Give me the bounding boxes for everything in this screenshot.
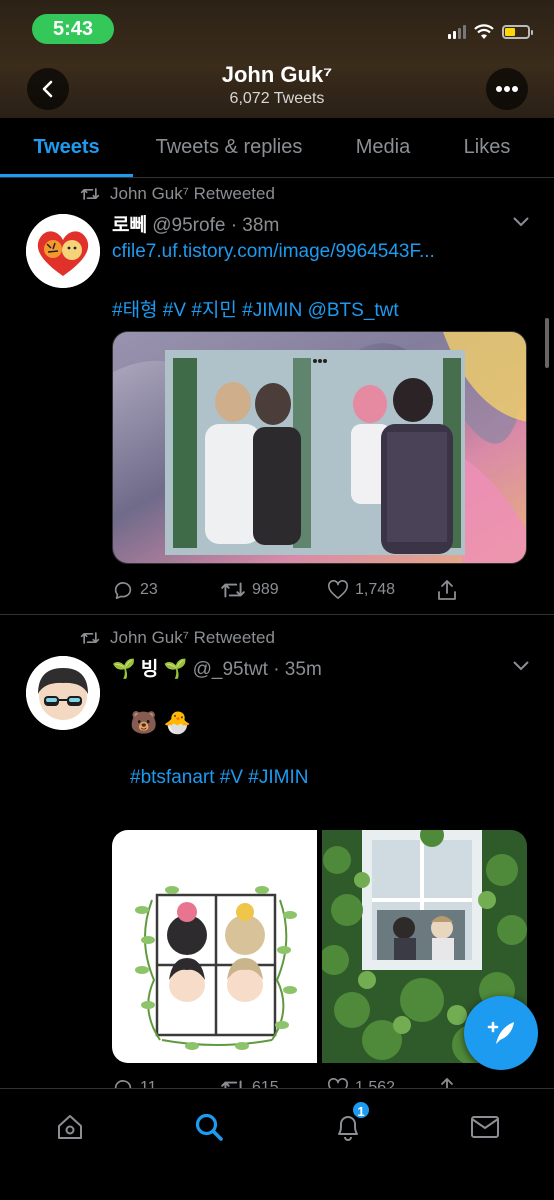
retweet-count: 989 xyxy=(252,581,279,598)
more-button[interactable] xyxy=(486,68,528,110)
search-icon xyxy=(195,1113,223,1141)
display-name[interactable]: 🌱 빙 🌱 xyxy=(112,659,187,680)
reply-count: 23 xyxy=(140,581,158,598)
tweet-hashtags[interactable]: #태형 #V #지민 #JIMIN @BTS_twt xyxy=(112,295,399,322)
profile-header: 5:43 John Guk⁷ 6,072 Tweets xyxy=(0,0,554,118)
status-icons xyxy=(448,20,533,44)
header-title: John Guk⁷ 6,072 Tweets xyxy=(0,62,554,108)
nav-search[interactable] xyxy=(189,1107,229,1147)
like-button[interactable]: 1,748 xyxy=(327,580,437,600)
retweet-button[interactable]: 989 xyxy=(220,580,327,600)
like-count: 1,748 xyxy=(355,581,396,598)
tweet-1[interactable]: John Guk⁷ Retweeted 로뻬 @95rofe · 38m cfi… xyxy=(0,178,554,614)
avatar[interactable] xyxy=(26,214,100,288)
retweet-context: John Guk⁷ Retweeted xyxy=(80,628,275,648)
tweet-actions: 23 989 1,748 xyxy=(112,579,457,601)
tweet-divider xyxy=(0,614,554,615)
tweet-header: 로뻬 @95rofe · 38m xyxy=(112,210,279,237)
tweet-photo-1: ㅤ xyxy=(112,830,317,1063)
bottom-nav: 1 xyxy=(0,1088,554,1200)
compose-button[interactable] xyxy=(464,996,538,1070)
nav-notifications[interactable]: 1 xyxy=(328,1100,371,1147)
tweet-emojis: 🐻 🐣 xyxy=(130,710,191,735)
tweet-media[interactable] xyxy=(112,331,527,564)
signal-icon xyxy=(448,25,466,39)
retweet-icon xyxy=(80,632,100,644)
tab-tweets-replies[interactable]: Tweets & replies xyxy=(145,118,313,176)
tab-tweets[interactable]: Tweets xyxy=(0,118,133,177)
tweet-hashtags[interactable]: #btsfanart #V #JIMIN xyxy=(130,767,308,789)
display-name[interactable]: 로뻬 xyxy=(112,215,147,236)
wifi-icon xyxy=(474,24,494,39)
reply-icon xyxy=(114,582,132,600)
nav-messages[interactable] xyxy=(465,1107,505,1147)
status-time: 5:43 xyxy=(32,14,114,44)
handle[interactable]: @95rofe xyxy=(152,215,225,236)
tweet-header: 🌱 빙 🌱 @_95twt · 35m xyxy=(112,654,322,681)
handle[interactable]: @_95twt xyxy=(193,659,268,680)
avatar[interactable] xyxy=(26,656,100,730)
retweet-context-text: John Guk⁷ Retweeted xyxy=(110,628,275,647)
battery-icon xyxy=(502,25,533,39)
more-icon xyxy=(496,86,518,92)
retweet-icon xyxy=(221,582,245,598)
nav-home[interactable] xyxy=(50,1107,90,1147)
mail-icon xyxy=(471,1116,499,1138)
compose-icon xyxy=(487,1021,514,1044)
tweet-link[interactable]: cfile7.uf.tistory.com/image/9964543F... xyxy=(112,241,435,263)
like-icon xyxy=(328,580,348,599)
tweet-count: 6,072 Tweets xyxy=(229,90,325,107)
timestamp: · 38m xyxy=(230,215,280,236)
tweet-photo xyxy=(113,332,526,563)
retweet-icon xyxy=(80,188,100,200)
svg-text:ㅤ: ㅤ xyxy=(262,902,268,910)
retweet-context: John Guk⁷ Retweeted xyxy=(80,184,275,204)
share-button[interactable] xyxy=(437,579,457,601)
profile-tabs: Tweets Tweets & replies Media Likes xyxy=(0,118,554,178)
avatar-image xyxy=(26,214,100,288)
avatar-image xyxy=(26,656,100,730)
tab-likes[interactable]: Likes xyxy=(450,118,524,176)
timestamp: · 35m xyxy=(273,659,322,680)
retweet-context-text: John Guk⁷ Retweeted xyxy=(110,184,275,203)
profile-name: John Guk⁷ xyxy=(221,62,333,87)
reply-button[interactable]: 23 xyxy=(112,579,220,601)
tab-media[interactable]: Media xyxy=(343,118,423,176)
caret-down-icon[interactable] xyxy=(512,660,530,672)
notification-badge: 1 xyxy=(351,1100,371,1120)
share-icon xyxy=(438,580,456,600)
home-icon xyxy=(58,1115,82,1139)
caret-down-icon[interactable] xyxy=(512,216,530,228)
